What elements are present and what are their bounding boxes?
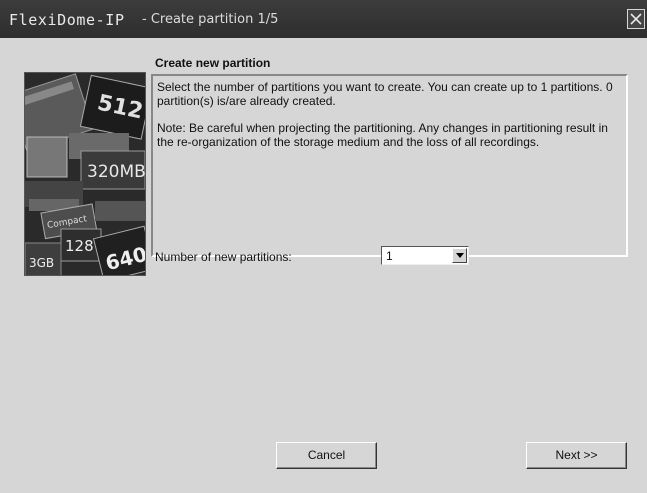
card-label-128: 128 <box>65 237 94 255</box>
memory-cards-graphic: 512 320MB Compact 128 3GB 640 <box>25 73 146 275</box>
partitions-label: Number of new partitions: <box>155 250 292 264</box>
note-text: Note: Be careful when projecting the par… <box>157 121 608 149</box>
close-icon <box>630 13 642 25</box>
wizard-content: 512 320MB Compact 128 3GB 640 Create new… <box>0 38 647 493</box>
chevron-down-icon <box>456 253 464 258</box>
info-panel: Select the number of partitions you want… <box>151 74 628 257</box>
next-button[interactable]: Next >> <box>526 442 627 469</box>
card-label-3gb: 3GB <box>29 256 54 270</box>
page-heading: Create new partition <box>155 56 271 70</box>
memory-cards-image: 512 320MB Compact 128 3GB 640 <box>24 72 146 276</box>
dropdown-button[interactable] <box>452 248 467 263</box>
title-bar: FlexiDome-IP - Create partition 1/5 <box>0 0 647 39</box>
dialog-window: FlexiDome-IP - Create partition 1/5 512 <box>0 0 647 493</box>
app-name: FlexiDome-IP <box>9 11 125 29</box>
cancel-button[interactable]: Cancel <box>276 442 377 469</box>
window-title: - Create partition 1/5 <box>142 12 279 27</box>
info-text: Select the number of partitions you want… <box>157 80 613 108</box>
card-label-320: 320MB <box>87 162 146 182</box>
close-button[interactable] <box>627 9 645 29</box>
partitions-select[interactable]: 1 <box>381 246 469 265</box>
partitions-selected-value: 1 <box>386 249 393 263</box>
